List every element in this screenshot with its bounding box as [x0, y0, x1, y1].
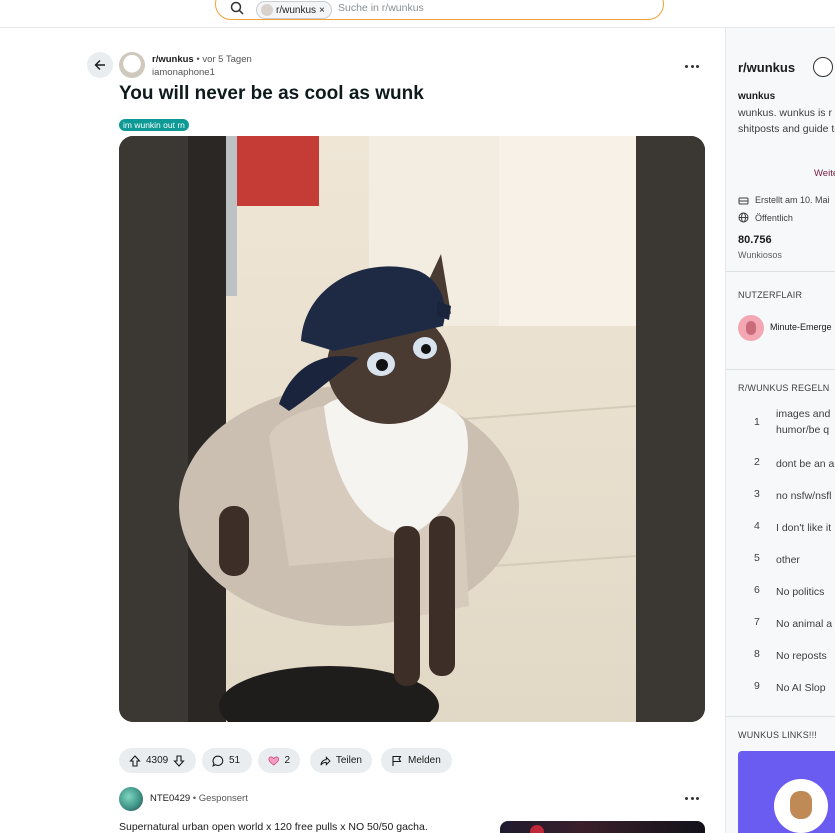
divider: [726, 271, 835, 272]
award-count: 2: [284, 755, 290, 766]
post-title: You will never be as cool as wunk: [119, 83, 424, 104]
report-label: Melden: [408, 755, 441, 766]
ad-thumbnail[interactable]: [500, 821, 705, 833]
rules-heading: R/WUNKUS REGELN: [738, 383, 830, 393]
rule-text: humor/be q: [776, 424, 830, 436]
divider: [726, 716, 835, 717]
report-button[interactable]: Melden: [381, 748, 452, 773]
comments-button[interactable]: 51: [202, 748, 252, 773]
created-info: Erstellt am 10. Mai: [738, 194, 830, 205]
rule-text: No reposts: [776, 650, 827, 662]
rule-number: 5: [754, 552, 760, 564]
rule-number: 8: [754, 648, 760, 660]
links-heading: WUNKUS LINKS!!!: [738, 730, 818, 740]
rule-number: 4: [754, 520, 760, 532]
downvote-icon[interactable]: [173, 754, 185, 767]
advertiser-avatar[interactable]: [119, 787, 143, 811]
read-more-link[interactable]: Weite: [814, 168, 835, 179]
upvote-icon[interactable]: [129, 754, 141, 767]
subreddit-chip-avatar: [261, 4, 273, 16]
rule-text: dont be an a: [776, 458, 835, 470]
close-icon[interactable]: ×: [319, 5, 325, 16]
cat-with-cap-illustration: [119, 136, 705, 722]
community-sidebar: r/wunkus wunkus wunkus. wunkus is r vide…: [725, 28, 835, 833]
advertiser-name[interactable]: NTE0429: [150, 793, 190, 804]
community-icon: [813, 57, 833, 77]
rule-text: other: [776, 554, 800, 566]
flag-icon: [392, 755, 402, 766]
top-bar: r/wunkus × Suche in r/wunkus: [0, 0, 835, 28]
vote-control: 4309: [119, 748, 196, 773]
award-icon: [268, 756, 279, 766]
ad-text[interactable]: Supernatural urban open world x 120 free…: [119, 821, 428, 833]
ad-meta: NTE0429 • Gesponsert: [150, 793, 248, 804]
rule-number: 6: [754, 584, 760, 596]
comment-icon: [212, 755, 224, 767]
rule-text: images and: [776, 408, 831, 420]
share-button[interactable]: Teilen: [310, 748, 372, 773]
members-count: 80.756: [738, 234, 772, 246]
ad-overflow-menu-button[interactable]: [685, 791, 699, 805]
subreddit-avatar[interactable]: [119, 52, 145, 78]
globe-icon: [738, 212, 749, 223]
search-bar[interactable]: r/wunkus × Suche in r/wunkus: [215, 0, 664, 20]
rule-number: 7: [754, 616, 760, 628]
rule-text: I don't like it: [776, 522, 832, 534]
sponsored-label: Gesponsert: [198, 793, 248, 804]
divider: [726, 369, 835, 370]
search-icon: [230, 1, 244, 15]
share-icon: [320, 755, 331, 766]
search-scope-label: r/wunkus: [276, 4, 317, 16]
post-meta: r/wunkus • vor 5 Tagen: [152, 54, 252, 65]
community-description: wunkus. wunkus is r video shitposts and …: [738, 107, 835, 135]
dog-image: [774, 779, 828, 833]
post-time: vor 5 Tagen: [202, 54, 252, 65]
vote-count: 4309: [146, 755, 169, 766]
rule-number: 9: [754, 680, 760, 692]
rule-text: No animal a: [776, 618, 833, 630]
subreddit-link[interactable]: r/wunkus: [152, 54, 194, 65]
cake-icon: [738, 197, 749, 205]
user-flair-avatar[interactable]: [738, 315, 764, 341]
post-overflow-menu-button[interactable]: [685, 59, 699, 73]
visibility-label: Öffentlich: [755, 212, 793, 223]
search-scope-chip[interactable]: r/wunkus ×: [256, 1, 332, 19]
members-label: Wunkiosos: [738, 250, 782, 260]
meta-separator: •: [192, 793, 197, 804]
links-image[interactable]: [738, 751, 835, 833]
community-title: r/wunkus: [738, 60, 796, 75]
post-image[interactable]: [119, 136, 705, 722]
post-flair[interactable]: im wunkin out rn: [119, 119, 189, 131]
community-subtitle: wunkus: [738, 91, 776, 102]
meta-separator: •: [196, 54, 200, 65]
comments-count: 51: [229, 755, 241, 766]
back-button[interactable]: [87, 52, 113, 78]
search-input[interactable]: Suche in r/wunkus: [338, 2, 424, 14]
user-flair-heading: NUTZERFLAIR: [738, 290, 803, 300]
arrow-left-icon: [94, 60, 105, 70]
rule-text: no nsfw/nsfl: [776, 490, 832, 502]
rule-text: No AI Slop: [776, 682, 826, 694]
user-flair-name[interactable]: Minute-Emerge: [770, 322, 832, 332]
rule-number: 2: [754, 456, 760, 468]
share-label: Teilen: [335, 755, 362, 766]
created-date: Erstellt am 10. Mai: [755, 194, 830, 205]
post-author[interactable]: iamonaphone1: [152, 67, 215, 78]
award-button[interactable]: 2: [258, 748, 300, 773]
rule-number: 3: [754, 488, 760, 500]
rule-number: 1: [754, 416, 760, 428]
visibility-info: Öffentlich: [738, 212, 793, 223]
rule-text: No politics: [776, 586, 825, 598]
